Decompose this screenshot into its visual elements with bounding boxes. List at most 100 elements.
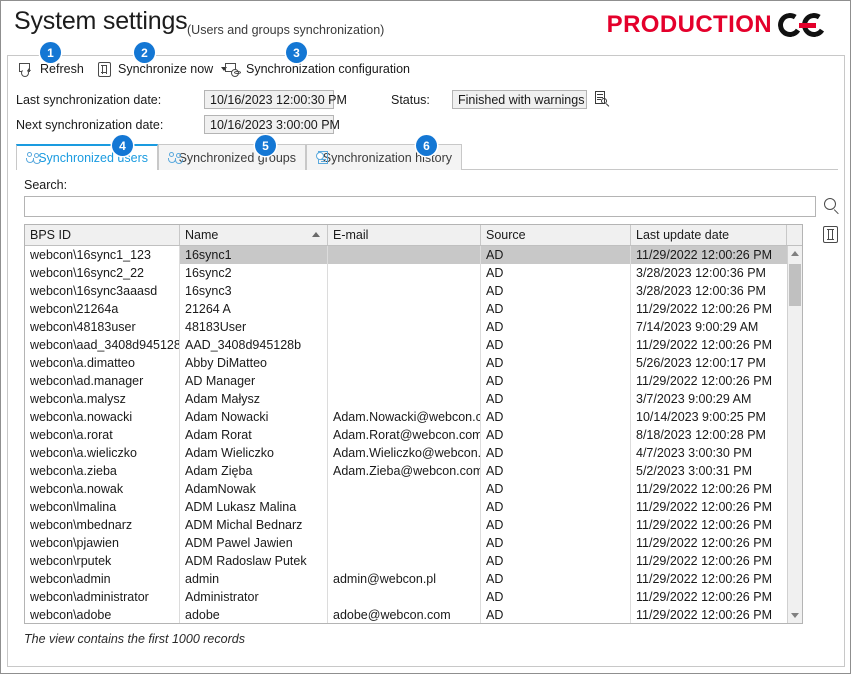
table-row[interactable]: webcon\21264a 21264 A AD 11/29/2022 12:00:2… bbox=[25, 300, 802, 318]
cell-name: AdamNowak bbox=[180, 480, 328, 498]
cell-name: AD Manager bbox=[180, 372, 328, 390]
production-logo: PRODUCTION bbox=[607, 9, 838, 41]
cell-name: 16sync1 bbox=[180, 246, 328, 264]
table-row[interactable]: webcon\a.rorat Adam Rorat Adam.Rorat@webco… bbox=[25, 426, 802, 444]
table-row[interactable]: webcon\aad_3408d945128b AAD_3408d945128b A… bbox=[25, 336, 802, 354]
cell-email bbox=[328, 300, 481, 318]
grid-vertical-scrollbar[interactable] bbox=[787, 246, 802, 623]
tab-synchronization-history[interactable]: Synchronization history bbox=[306, 144, 462, 170]
table-row[interactable]: webcon\a.wieliczko Adam Wieliczko Adam.Wie… bbox=[25, 444, 802, 462]
table-row[interactable]: webcon\16sync2_22 16sync2 AD 3/28/2023 12:0… bbox=[25, 264, 802, 282]
cell-last-update: 3/28/2023 12:00:36 PM bbox=[636, 266, 766, 280]
cell-email bbox=[328, 588, 481, 606]
cell-bps-id: webcon\48183user bbox=[25, 318, 180, 336]
search-input[interactable] bbox=[24, 196, 816, 217]
callout-badge-3: 3 bbox=[286, 42, 307, 63]
callout-badge-2: 2 bbox=[134, 42, 155, 63]
column-header-last-update[interactable]: Last update date bbox=[631, 225, 787, 245]
cell-email: Adam.Wieliczko@webcon.com bbox=[328, 444, 481, 462]
cell-email bbox=[328, 318, 481, 336]
tab-label: Synchronized users bbox=[38, 151, 148, 165]
cell-bps-id: webcon\a.wieliczko bbox=[25, 444, 180, 462]
table-row[interactable]: webcon\adobe adobe adobe@webcon.com AD 11/29… bbox=[25, 606, 802, 623]
cell-source: AD bbox=[481, 264, 631, 282]
synchronization-configuration-button[interactable]: Synchronization configuration bbox=[220, 58, 414, 80]
table-row[interactable]: webcon\admin admin admin@webcon.pl AD 11/29/… bbox=[25, 570, 802, 588]
synchronize-now-button[interactable]: Synchronize now bbox=[92, 58, 231, 80]
cell-last-update: 5/2/2023 3:00:31 PM bbox=[636, 464, 753, 478]
table-row[interactable]: webcon\lmalina ADM Lukasz Malina AD 11/29/2… bbox=[25, 498, 802, 516]
cell-source: AD bbox=[481, 516, 631, 534]
cell-source: AD bbox=[481, 462, 631, 480]
cell-bps-id: webcon\lmalina bbox=[25, 498, 180, 516]
table-row[interactable]: webcon\16sync1_123 16sync1 AD 11/29/2022 12… bbox=[25, 246, 802, 264]
cell-last-update: 11/29/2022 12:00:26 PM bbox=[631, 246, 787, 264]
cell-name: Adam Wieliczko bbox=[180, 444, 328, 462]
cell-email bbox=[328, 354, 481, 372]
column-header-bps-id[interactable]: BPS ID bbox=[25, 225, 180, 245]
grid-body[interactable]: webcon\16sync1_123 16sync1 AD 11/29/2022 12… bbox=[25, 246, 802, 623]
scroll-up-arrow-icon[interactable] bbox=[788, 246, 802, 261]
cell-bps-id: webcon\a.nowacki bbox=[25, 408, 180, 426]
next-sync-label: Next synchronization date: bbox=[16, 118, 164, 132]
cell-bps-id: webcon\mbednarz bbox=[25, 516, 180, 534]
cell-email bbox=[328, 336, 481, 354]
cell-last-update: 11/29/2022 12:00:26 PM bbox=[636, 554, 772, 568]
table-row[interactable]: webcon\a.malysz Adam Małysz AD 3/7/2023 9:0… bbox=[25, 390, 802, 408]
table-row[interactable]: webcon\a.dimatteo Abby DiMatteo AD 5/26/202… bbox=[25, 354, 802, 372]
table-row[interactable]: webcon\ad.manager AD Manager AD 11/29/2022 … bbox=[25, 372, 802, 390]
cell-name: admin bbox=[180, 570, 328, 588]
cell-bps-id: webcon\16sync1_123 bbox=[25, 246, 180, 264]
scroll-down-arrow-icon[interactable] bbox=[788, 608, 802, 623]
status-bar: The view contains the first 1000 records bbox=[24, 632, 245, 646]
table-row[interactable]: webcon\rputek ADM Radoslaw Putek AD 11/29/2… bbox=[25, 552, 802, 570]
grid-header-row: BPS ID Name E-mail Source Last update da… bbox=[25, 225, 802, 246]
cell-name: ADM Radoslaw Putek bbox=[180, 552, 328, 570]
cell-source: AD bbox=[481, 426, 631, 444]
cell-last-update: 10/14/2023 9:00:25 PM bbox=[636, 410, 766, 424]
cell-source: AD bbox=[481, 390, 631, 408]
search-icon[interactable] bbox=[822, 196, 842, 217]
table-row[interactable]: webcon\48183user 48183User AD 7/14/2023 9:0… bbox=[25, 318, 802, 336]
cell-bps-id: webcon\pjawien bbox=[25, 534, 180, 552]
cell-bps-id: webcon\a.rorat bbox=[25, 426, 180, 444]
status-value[interactable]: Finished with warnings bbox=[452, 90, 587, 109]
table-row[interactable]: webcon\a.zieba Adam Zięba Adam.Zieba@webco… bbox=[25, 462, 802, 480]
cell-last-update: 11/29/2022 12:00:26 PM bbox=[636, 608, 772, 622]
column-header-name[interactable]: Name bbox=[180, 225, 328, 245]
cell-name: 21264 A bbox=[180, 300, 328, 318]
page-subtitle: (Users and groups synchronization) bbox=[187, 23, 385, 37]
document-search-icon[interactable] bbox=[593, 90, 610, 107]
cell-name: 16sync2 bbox=[180, 264, 328, 282]
cell-last-update: 5/26/2023 12:00:17 PM bbox=[636, 356, 766, 370]
column-header-source[interactable]: Source bbox=[481, 225, 631, 245]
table-row[interactable]: webcon\a.nowak AdamNowak AD 11/29/2022 12:0… bbox=[25, 480, 802, 498]
next-sync-value[interactable]: 10/16/2023 3:00:00 PM bbox=[204, 115, 340, 134]
table-row[interactable]: webcon\16sync3aaasd 16sync3 AD 3/28/2023 12… bbox=[25, 282, 802, 300]
cell-bps-id: webcon\a.malysz bbox=[25, 390, 180, 408]
scrollbar-thumb[interactable] bbox=[789, 264, 801, 306]
last-sync-value[interactable]: 10/16/2023 12:00:30 PM bbox=[204, 90, 347, 109]
cell-bps-id: webcon\rputek bbox=[25, 552, 180, 570]
cell-email bbox=[328, 480, 481, 498]
table-row[interactable]: webcon\a.nowacki Adam Nowacki Adam.Nowacki… bbox=[25, 408, 802, 426]
table-row[interactable]: webcon\pjawien ADM Pawel Jawien AD 11/29/20… bbox=[25, 534, 802, 552]
cell-name: 48183User bbox=[180, 318, 328, 336]
cell-last-update: 7/14/2023 9:00:29 AM bbox=[636, 320, 759, 334]
cell-last-update: 11/29/2022 12:00:26 PM bbox=[636, 482, 772, 496]
cell-name: ADM Lukasz Malina bbox=[180, 498, 328, 516]
column-header-email[interactable]: E-mail bbox=[328, 225, 481, 245]
tab-synchronized-users[interactable]: Synchronized users bbox=[16, 144, 158, 170]
table-row[interactable]: webcon\administrator Administrator AD 11/29… bbox=[25, 588, 802, 606]
cell-name: Adam Nowacki bbox=[180, 408, 328, 426]
column-settings-icon[interactable] bbox=[822, 225, 840, 244]
column-header-filler bbox=[787, 225, 802, 245]
system-settings-window: System settings (Users and groups synchr… bbox=[0, 0, 851, 674]
cell-email bbox=[328, 516, 481, 534]
tab-synchronized-groups[interactable]: Synchronized groups bbox=[158, 144, 306, 170]
table-row[interactable]: webcon\mbednarz ADM Michal Bednarz AD 11/29… bbox=[25, 516, 802, 534]
cell-source: AD bbox=[481, 408, 631, 426]
refresh-label: Refresh bbox=[40, 62, 84, 76]
cell-source: AD bbox=[481, 606, 631, 623]
cell-name: Administrator bbox=[180, 588, 328, 606]
